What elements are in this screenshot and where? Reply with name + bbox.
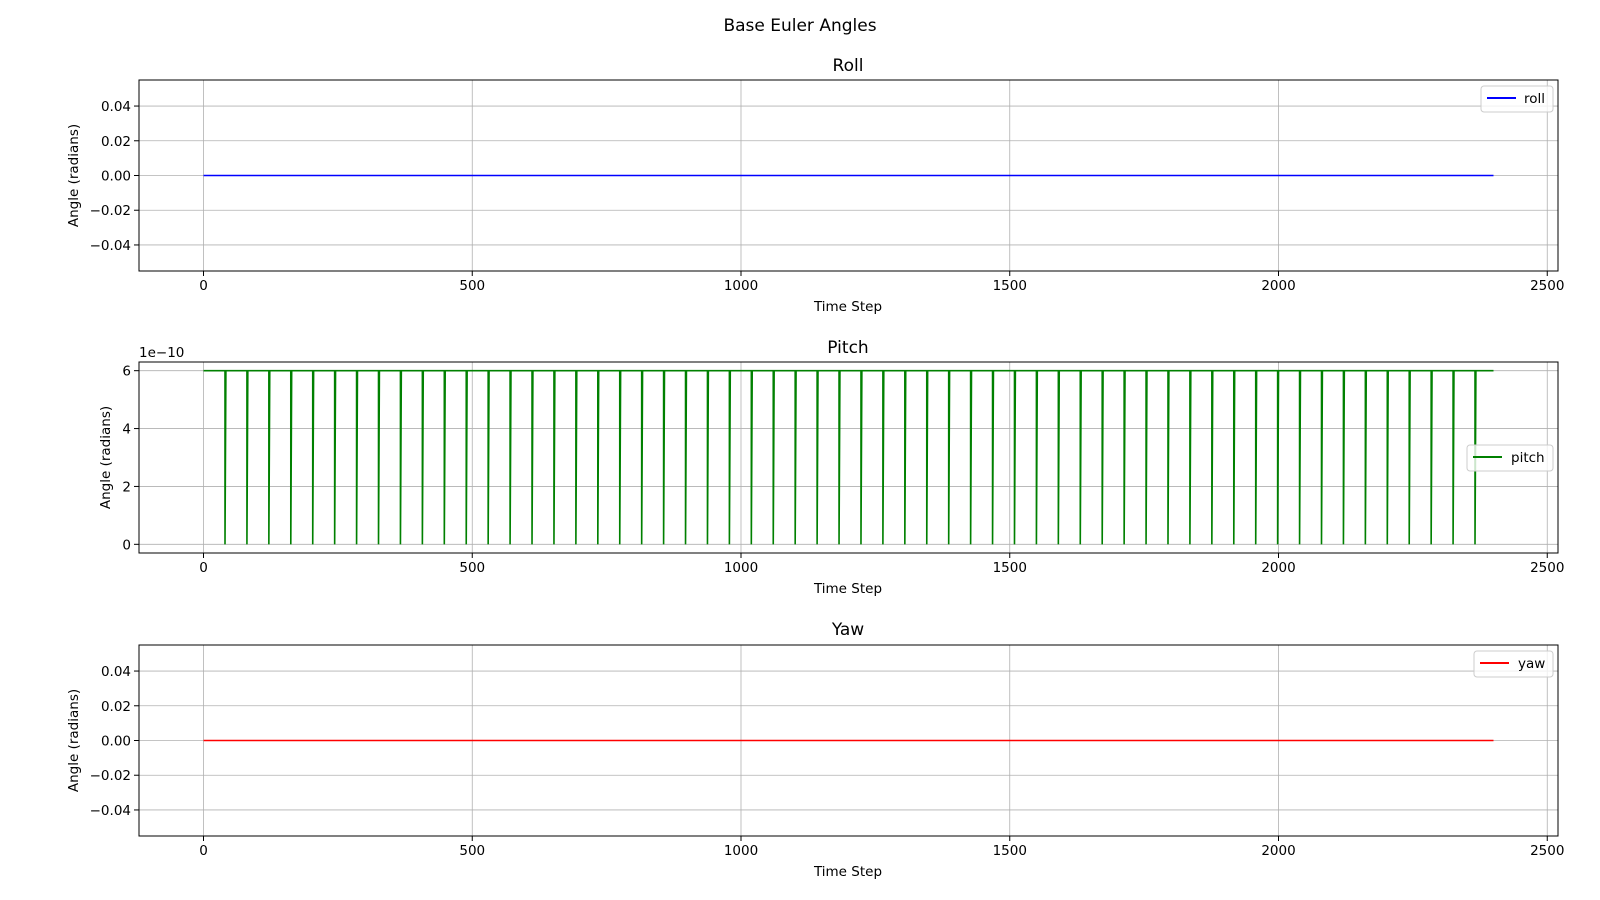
x-tick-label: 2000 [1261, 278, 1295, 294]
subplot-yaw: Yaw 0 500 1000 1500 2000 2500 −0.04 −0.02 0.00 0… [66, 620, 1564, 880]
x-axis-label: Time Step [813, 581, 882, 597]
x-axis-ticks: 0 500 1000 1500 2000 2500 [199, 271, 1564, 294]
subplot-title: Pitch [827, 338, 868, 358]
y-tick-label: 6 [122, 364, 131, 380]
x-tick-label: 500 [459, 278, 485, 294]
series-layer [203, 369, 1494, 545]
x-axis-ticks: 0 500 1000 1500 2000 2500 [199, 836, 1564, 859]
x-tick-label: 500 [459, 843, 485, 859]
x-tick-label: 2500 [1530, 843, 1564, 859]
x-tick-label: 1500 [993, 560, 1027, 576]
x-tick-label: 2000 [1261, 843, 1295, 859]
y-tick-label: 4 [122, 422, 131, 438]
x-tick-label: 0 [199, 843, 208, 859]
y-tick-label: 0 [122, 537, 131, 553]
y-tick-label: −0.04 [90, 803, 131, 819]
y-tick-label: 0.00 [101, 734, 131, 750]
x-tick-label: 0 [199, 278, 208, 294]
legend-label-pitch: pitch [1511, 450, 1545, 466]
x-tick-label: 2500 [1530, 278, 1564, 294]
y-axis-ticks: −0.04 −0.02 0.00 0.02 0.04 [90, 664, 139, 819]
y-tick-label: 0.02 [101, 134, 131, 150]
x-tick-label: 0 [199, 560, 208, 576]
y-tick-label: −0.02 [90, 203, 131, 219]
x-tick-label: 2000 [1261, 560, 1295, 576]
y-tick-label: 0.00 [101, 169, 131, 185]
subplot-pitch: Pitch 0 500 1000 1500 2000 2500 0 2 4 6 1e−10 Ti… [98, 338, 1564, 597]
x-axis-label: Time Step [813, 299, 882, 315]
x-tick-label: 1500 [993, 278, 1027, 294]
y-tick-label: 0.02 [101, 699, 131, 715]
grid-lines [139, 362, 1558, 553]
series-line-pitch [203, 369, 1494, 545]
plot-frame [138, 361, 1559, 554]
figure: Base Euler Angles Roll 0 500 1000 1500 2000 2… [0, 0, 1600, 900]
legend-label-roll: roll [1524, 91, 1545, 107]
y-tick-label: 0.04 [101, 664, 131, 680]
subplot-roll: Roll 0 500 1000 1500 2000 2500 −0.04 −0.02 0.00… [66, 56, 1564, 315]
x-tick-label: 2500 [1530, 560, 1564, 576]
y-tick-label: 2 [122, 479, 131, 495]
x-tick-label: 1000 [724, 278, 758, 294]
x-tick-label: 1500 [993, 843, 1027, 859]
x-axis-ticks: 0 500 1000 1500 2000 2500 [199, 553, 1564, 576]
y-offset-label: 1e−10 [139, 345, 184, 361]
legend[interactable]: pitch [1466, 444, 1554, 472]
x-tick-label: 1000 [724, 560, 758, 576]
y-axis-label: Angle (radians) [98, 406, 114, 509]
x-axis-label: Time Step [813, 864, 882, 880]
legend-label-yaw: yaw [1518, 656, 1545, 672]
figure-title: Base Euler Angles [723, 16, 876, 36]
x-tick-label: 1000 [724, 843, 758, 859]
x-tick-label: 500 [459, 560, 485, 576]
y-axis-label: Angle (radians) [66, 689, 82, 792]
figure-canvas: Base Euler Angles Roll 0 500 1000 1500 2000 2… [66, 16, 1564, 880]
y-axis-label: Angle (radians) [66, 124, 82, 227]
subplot-title: Yaw [831, 620, 864, 640]
legend[interactable]: roll [1480, 85, 1554, 113]
y-tick-label: −0.04 [90, 238, 131, 254]
y-tick-label: 0.04 [101, 99, 131, 115]
subplot-title: Roll [833, 56, 864, 76]
y-axis-ticks: −0.04 −0.02 0.00 0.02 0.04 [90, 99, 139, 254]
y-axis-ticks: 0 2 4 6 [122, 364, 139, 553]
legend[interactable]: yaw [1473, 650, 1554, 678]
y-tick-label: −0.02 [90, 768, 131, 784]
